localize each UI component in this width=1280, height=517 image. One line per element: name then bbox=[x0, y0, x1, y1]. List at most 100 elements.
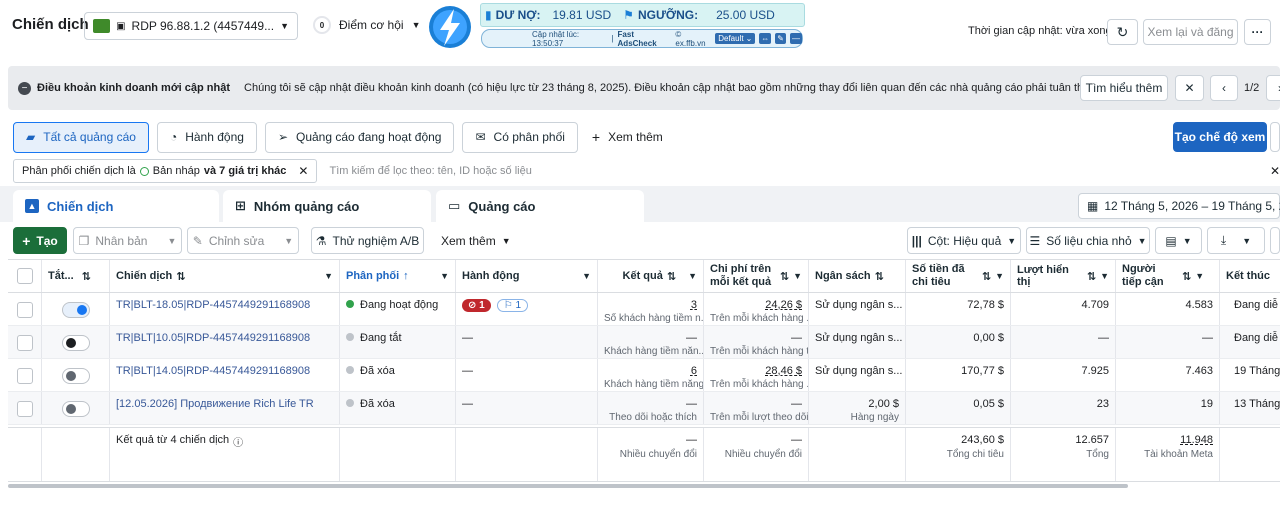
create-view-button[interactable]: Tạo chế độ xem bbox=[1173, 122, 1267, 152]
row-checkbox[interactable] bbox=[8, 293, 42, 325]
row-ends: Đang diễ bbox=[1234, 299, 1279, 311]
column-header-ends[interactable]: Kết thúc bbox=[1220, 260, 1280, 292]
horizontal-scrollbar[interactable] bbox=[8, 484, 1128, 488]
ab-test-button[interactable]: ⚗ Thử nghiệm A/B bbox=[311, 227, 424, 254]
column-header-budget[interactable]: Ngân sách ⇅ bbox=[809, 260, 906, 292]
review-publish-button[interactable]: Xem lại và đăng bbox=[1143, 19, 1238, 45]
dismiss-notice-button[interactable]: ✕ bbox=[1175, 75, 1204, 101]
brand-site: © ex.ffb.vn bbox=[675, 29, 706, 48]
tab-campaigns[interactable]: ▲ Chiến dịch bbox=[13, 190, 219, 222]
column-header-reach[interactable]: Người tiếp cận ⇅ ▼ bbox=[1116, 260, 1220, 292]
create-button[interactable]: + Tạo bbox=[13, 227, 67, 254]
see-more-actions-button[interactable]: Xem thêm ▼ bbox=[441, 234, 511, 248]
select-all-checkbox[interactable] bbox=[8, 260, 42, 292]
tab-adsets[interactable]: ⊞ Nhóm quảng cáo bbox=[223, 190, 431, 222]
filter-chip[interactable]: Phân phối chiến dịch là Bản nháp và 7 gi… bbox=[13, 159, 318, 183]
chevron-down-icon: ▼ bbox=[1242, 235, 1252, 246]
chevron-down-icon: ▼ bbox=[793, 271, 802, 281]
date-range-picker[interactable]: ▦ 12 Tháng 5, 2026 – 19 Tháng 5, 2026 bbox=[1078, 193, 1280, 219]
close-icon[interactable]: ✕ bbox=[298, 164, 308, 178]
tab-ads[interactable]: ▭ Quảng cáo bbox=[436, 190, 644, 222]
info-icon: ⓘ bbox=[233, 438, 244, 449]
minimize-icon[interactable]: — bbox=[790, 33, 802, 44]
row-impressions: — bbox=[1011, 326, 1116, 358]
row-toggle[interactable] bbox=[42, 293, 110, 325]
learn-more-button[interactable]: Tìm hiểu thêm bbox=[1080, 75, 1168, 101]
close-icon: ✕ bbox=[1184, 81, 1195, 95]
more-button[interactable]: ··· bbox=[1244, 19, 1271, 45]
row-actions: — bbox=[456, 392, 598, 424]
column-header-campaign[interactable]: Chiến dịch ⇅ ▼ bbox=[110, 260, 340, 292]
export-button[interactable]: ⤓ ▼ bbox=[1207, 227, 1265, 254]
row-spent: 0,05 $ bbox=[906, 392, 1011, 424]
table-row[interactable]: [12.05.2026] Продвижение Rich Life TR Đã … bbox=[8, 392, 1280, 425]
page-title: Chiến dịch bbox=[12, 16, 89, 33]
campaign-name-link[interactable]: TR|BLT|10.05|RDP-4457449291168908 bbox=[110, 326, 340, 358]
expand-icon[interactable]: ⇔ bbox=[759, 33, 772, 44]
edit-button[interactable]: ✎ Chỉnh sửa ▼ bbox=[187, 227, 299, 254]
clear-filter-icon[interactable]: ✕ bbox=[1270, 164, 1280, 178]
previous-notice-button[interactable]: ‹ bbox=[1210, 75, 1238, 101]
threshold-value: 25.00 USD bbox=[716, 8, 775, 22]
column-header-cost[interactable]: Chi phí trên mỗi kết quả ⇅ ▼ bbox=[704, 260, 809, 292]
gauge-icon: ◔ bbox=[169, 130, 178, 144]
row-toggle[interactable] bbox=[42, 359, 110, 391]
next-notice-button[interactable]: › bbox=[1266, 75, 1280, 101]
tab-actions[interactable]: ◔ Hành động bbox=[156, 121, 257, 153]
wallet-icon: ▮ bbox=[485, 8, 492, 22]
campaign-name-link[interactable]: TR|BLT-18.05|RDP-4457449291168908 bbox=[110, 293, 340, 325]
tab-active-ads[interactable]: ➢ Quảng cáo đang hoạt động bbox=[264, 121, 455, 153]
columns-button[interactable]: ||| Cột: Hiệu quả ▼ bbox=[907, 227, 1021, 254]
status-dot bbox=[346, 399, 354, 407]
recommendation-badge[interactable]: ⚐ 1 bbox=[496, 299, 529, 312]
row-checkbox[interactable] bbox=[8, 392, 42, 424]
duplicate-icon: ❐ bbox=[78, 233, 90, 248]
account-selector[interactable]: ▣ RDP 96.88.1.2 (4457449... ▼ bbox=[84, 12, 298, 40]
opportunity-score[interactable]: 0 Điểm cơ hội ▼ bbox=[313, 16, 420, 34]
duplicate-button[interactable]: ❐ Nhân bản ▼ bbox=[73, 227, 182, 254]
sort-icon: ⇅ bbox=[81, 270, 91, 283]
column-header-actions[interactable]: Hành động ▼ bbox=[456, 260, 598, 292]
chevron-down-icon: ▼ bbox=[582, 271, 591, 281]
issue-badge[interactable]: ⊘ 1 bbox=[462, 299, 491, 312]
campaign-name-link[interactable]: [12.05.2026] Продвижение Rich Life TR bbox=[110, 392, 340, 424]
chevron-down-icon: ▼ bbox=[167, 235, 177, 246]
chevron-down-icon: ▼ bbox=[440, 271, 449, 281]
row-budget: Sử dụng ngân s... bbox=[809, 359, 906, 391]
column-header-delivery[interactable]: Phân phối ↑ ▼ bbox=[340, 260, 456, 292]
chevron-down-icon: ▼ bbox=[501, 236, 511, 246]
filter-search-input[interactable]: Tìm kiếm để lọc theo: tên, ID hoặc số li… bbox=[329, 165, 531, 177]
overflow-button[interactable] bbox=[1270, 122, 1280, 152]
folder-icon: ▰ bbox=[26, 130, 36, 144]
row-toggle[interactable] bbox=[42, 392, 110, 424]
breakdown-button[interactable]: ☰ Số liệu chia nhỏ ▼ bbox=[1026, 227, 1150, 254]
notice-title: Điều khoản kinh doanh mới cập nhật bbox=[37, 82, 231, 94]
column-header-results[interactable]: Kết quả ⇅ ▼ bbox=[598, 260, 704, 292]
totals-label: Kết quả từ 4 chiến dịch ⓘ bbox=[110, 428, 340, 481]
row-toggle[interactable] bbox=[42, 326, 110, 358]
saved-views: ▰ Tất cả quảng cáo ◔ Hành động ➢ Quảng c… bbox=[13, 121, 663, 153]
campaign-name-link[interactable]: TR|BLT|14.05|RDP-4457449291168908 bbox=[110, 359, 340, 391]
row-checkbox[interactable] bbox=[8, 326, 42, 358]
notice-pager: 1/2 bbox=[1244, 82, 1260, 94]
tab-all-ads[interactable]: ▰ Tất cả quảng cáo bbox=[13, 121, 149, 153]
threshold-label: NGƯỠNG: bbox=[637, 8, 699, 22]
mode-select[interactable]: Default ⌄ bbox=[715, 33, 756, 44]
reports-button[interactable]: ▤ ▼ bbox=[1155, 227, 1202, 254]
toolbar-overflow-button[interactable] bbox=[1270, 227, 1280, 254]
chevron-down-icon: ▼ bbox=[324, 271, 333, 281]
table-row[interactable]: TR|BLT|14.05|RDP-4457449291168908 Đã xóa —… bbox=[8, 359, 1280, 392]
updated-at: Cập nhật lúc: 13:50:37 bbox=[532, 29, 580, 48]
column-header-toggle[interactable]: Tắt... ⇅ bbox=[42, 260, 110, 292]
table-row[interactable]: TR|BLT|10.05|RDP-4457449291168908 Đang tắ… bbox=[8, 326, 1280, 359]
row-checkbox[interactable] bbox=[8, 359, 42, 391]
column-header-impressions[interactable]: Lượt hiển thị ⇅ ▼ bbox=[1011, 260, 1116, 292]
edit-icon[interactable]: ✎ bbox=[775, 33, 786, 44]
see-more-tabs-button[interactable]: + Xem thêm bbox=[592, 129, 663, 145]
refresh-button[interactable]: ↻ bbox=[1107, 19, 1138, 45]
tab-delivering[interactable]: ✉ Có phân phối bbox=[462, 121, 578, 153]
table-row[interactable]: TR|BLT-18.05|RDP-4457449291168908 Đang ho… bbox=[8, 293, 1280, 326]
column-header-spent[interactable]: Số tiền đã chi tiêu ⇅ ▼ bbox=[906, 260, 1011, 292]
refresh-icon: ↻ bbox=[1116, 23, 1129, 40]
totals-impressions: 12.657 Tổng bbox=[1011, 428, 1116, 481]
